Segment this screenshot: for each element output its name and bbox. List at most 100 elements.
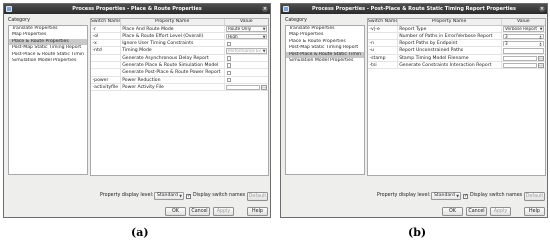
- value-cell: 3 ▲▼: [502, 33, 545, 40]
- category-item[interactable]: Post-Place & Route Static Timin: [286, 51, 364, 58]
- property-name-cell: Place And Route Mode: [121, 25, 225, 32]
- value-checkbox[interactable]: [226, 41, 231, 46]
- column-header-value[interactable]: Value: [502, 19, 546, 25]
- table-row[interactable]: -stamp Stamp Timing Model Filename…: [368, 54, 545, 63]
- value-spin-input[interactable]: 3 ▲▼: [502, 40, 545, 47]
- value-text-input[interactable]: [502, 48, 545, 54]
- ok-button[interactable]: OK: [165, 207, 186, 216]
- property-display-level-value: Standard: [157, 193, 178, 198]
- value-select[interactable]: Route Only ▼: [225, 26, 268, 32]
- category-item[interactable]: Post-Map Static Timing Report: [9, 45, 87, 51]
- value-text-input[interactable]: [502, 55, 538, 62]
- value-checkbox[interactable]: [226, 78, 231, 83]
- grid-header: Switch Name Property Name Value: [368, 19, 545, 26]
- table-row[interactable]: -ntd Timing Mode Performance Ev ▼: [91, 47, 268, 55]
- switch-name-cell: -x: [91, 40, 121, 47]
- switch-name-cell: [91, 54, 121, 62]
- value-cell: Route Only ▼: [225, 26, 268, 32]
- browse-ellipsis-icon[interactable]: …: [538, 55, 545, 62]
- default-button[interactable]: Default: [524, 192, 545, 201]
- cancel-button[interactable]: Cancel: [189, 207, 210, 216]
- display-switch-names-label: Display switch names: [193, 193, 246, 198]
- switch-name-cell: -power: [91, 76, 121, 83]
- table-row[interactable]: -r Place And Route Mode Route Only ▼: [91, 25, 268, 33]
- value-checkbox[interactable]: [226, 63, 231, 68]
- table-row[interactable]: -nReport Paths by Endpoint3 ▲▼: [368, 40, 545, 48]
- property-display-level-select[interactable]: Standard ▼: [154, 192, 184, 200]
- column-header-property[interactable]: Property Name: [121, 19, 225, 25]
- column-header-value[interactable]: Value: [225, 19, 269, 25]
- figure-label-a: (a): [131, 226, 149, 239]
- value-text-input[interactable]: [502, 62, 538, 69]
- property-name-cell: Report Type: [398, 25, 502, 32]
- browse-ellipsis-icon[interactable]: …: [261, 84, 268, 91]
- chevron-down-icon: ▼: [262, 49, 266, 54]
- value-text-input[interactable]: [225, 84, 261, 91]
- value-cell: High ▼: [225, 33, 268, 40]
- grid-body: -r Place And Route Mode Route Only ▼ -ol Plac…: [91, 25, 268, 92]
- category-item[interactable]: Simulation Model Properties: [9, 58, 87, 64]
- category-item[interactable]: Simulation Model Properties: [286, 58, 364, 64]
- value-checkbox[interactable]: [226, 70, 231, 76]
- column-header-switch[interactable]: Switch Name: [368, 19, 398, 25]
- property-name-cell: Stamp Timing Model Filename: [398, 54, 502, 62]
- value-cell: [225, 77, 268, 83]
- apply-button[interactable]: Apply: [213, 207, 234, 216]
- table-row[interactable]: Generate Asynchronous Delay Report: [91, 54, 268, 63]
- table-row[interactable]: -x Ignore User Timing Constraints: [91, 40, 268, 48]
- table-row[interactable]: -ol Place & Route Effort Level (Overall) H…: [91, 32, 268, 41]
- ok-button[interactable]: OK: [442, 207, 463, 216]
- value-select[interactable]: High ▼: [225, 33, 268, 40]
- switch-name-cell: -tsi: [368, 62, 398, 69]
- value-cell: …: [502, 62, 545, 69]
- property-grid: Switch Name Property Name Value -r Place …: [90, 18, 269, 176]
- help-button[interactable]: Help: [247, 207, 268, 216]
- default-button[interactable]: Default: [247, 192, 268, 201]
- spin-arrows-icon[interactable]: ▲▼: [540, 42, 542, 46]
- title-bar[interactable]: Process Properties - Place & Route Prope…: [4, 4, 270, 14]
- display-switch-names-checkbox[interactable]: ✓: [463, 193, 468, 199]
- title-bar[interactable]: Process Properties - Post-Place & Route …: [281, 4, 547, 14]
- value-cell: Performance Ev ▼: [225, 47, 268, 54]
- value-select[interactable]: Verbose Report ▼: [502, 26, 545, 32]
- table-row[interactable]: Generate Place & Route Simulation Model: [91, 62, 268, 70]
- value-cell: 3 ▲▼: [502, 40, 545, 47]
- window-static-timing-report-properties: Process Properties - Post-Place & Route …: [280, 3, 548, 218]
- value-cell: [502, 47, 545, 54]
- column-header-switch[interactable]: Switch Name: [91, 19, 121, 25]
- category-label: Category: [285, 18, 307, 23]
- help-button[interactable]: Help: [524, 207, 545, 216]
- window-title: Process Properties - Post-Place & Route …: [312, 6, 516, 12]
- spin-arrows-icon[interactable]: ▲▼: [540, 35, 542, 39]
- display-options-row: Property display level: Standard ▼ ✓ Dis…: [367, 192, 546, 201]
- cancel-button[interactable]: Cancel: [466, 207, 487, 216]
- chevron-down-icon: ▼: [262, 27, 266, 32]
- column-header-property[interactable]: Property Name: [398, 19, 502, 25]
- close-icon[interactable]: ×: [539, 6, 545, 12]
- value-select-text: Route Only: [228, 26, 252, 32]
- category-item[interactable]: Post-Place & Route Static Timin: [9, 52, 87, 58]
- property-name-cell: Power Reduction: [121, 76, 225, 83]
- switch-name-cell: -r: [91, 25, 121, 32]
- window-place-route-properties: Process Properties - Place & Route Prope…: [3, 3, 271, 218]
- category-item[interactable]: Post-Map Static Timing Report: [286, 45, 364, 51]
- value-checkbox[interactable]: [226, 56, 231, 61]
- display-switch-names-checkbox[interactable]: ✓: [186, 193, 191, 199]
- switch-name-cell: -n: [368, 40, 398, 47]
- switch-name-cell: -ol: [91, 32, 121, 40]
- value-spin-input[interactable]: 3 ▲▼: [502, 33, 545, 40]
- table-row[interactable]: -tsi Generate Constraints Interaction Rep…: [368, 62, 545, 70]
- table-row[interactable]: -u Report Unconstrained Paths: [368, 47, 545, 55]
- property-display-level-select[interactable]: Standard ▼: [431, 192, 461, 200]
- table-row[interactable]: Number of Paths in Error/Verbose Report 3…: [368, 32, 545, 41]
- table-row[interactable]: Generate Post-Place & Route Power Report: [91, 69, 268, 77]
- table-row[interactable]: -power Power Reduction: [91, 76, 268, 84]
- switch-name-cell: -u: [368, 47, 398, 54]
- table-row[interactable]: -v|-e Report Type Verbose Report ▼: [368, 25, 545, 33]
- apply-button[interactable]: Apply: [490, 207, 511, 216]
- close-icon[interactable]: ×: [262, 6, 268, 12]
- value-cell: [225, 40, 268, 46]
- browse-ellipsis-icon[interactable]: …: [538, 62, 545, 69]
- table-row[interactable]: -activityfile Power Activity File…: [91, 83, 268, 92]
- display-options-row: Property display level: Standard ▼ ✓ Dis…: [90, 192, 269, 201]
